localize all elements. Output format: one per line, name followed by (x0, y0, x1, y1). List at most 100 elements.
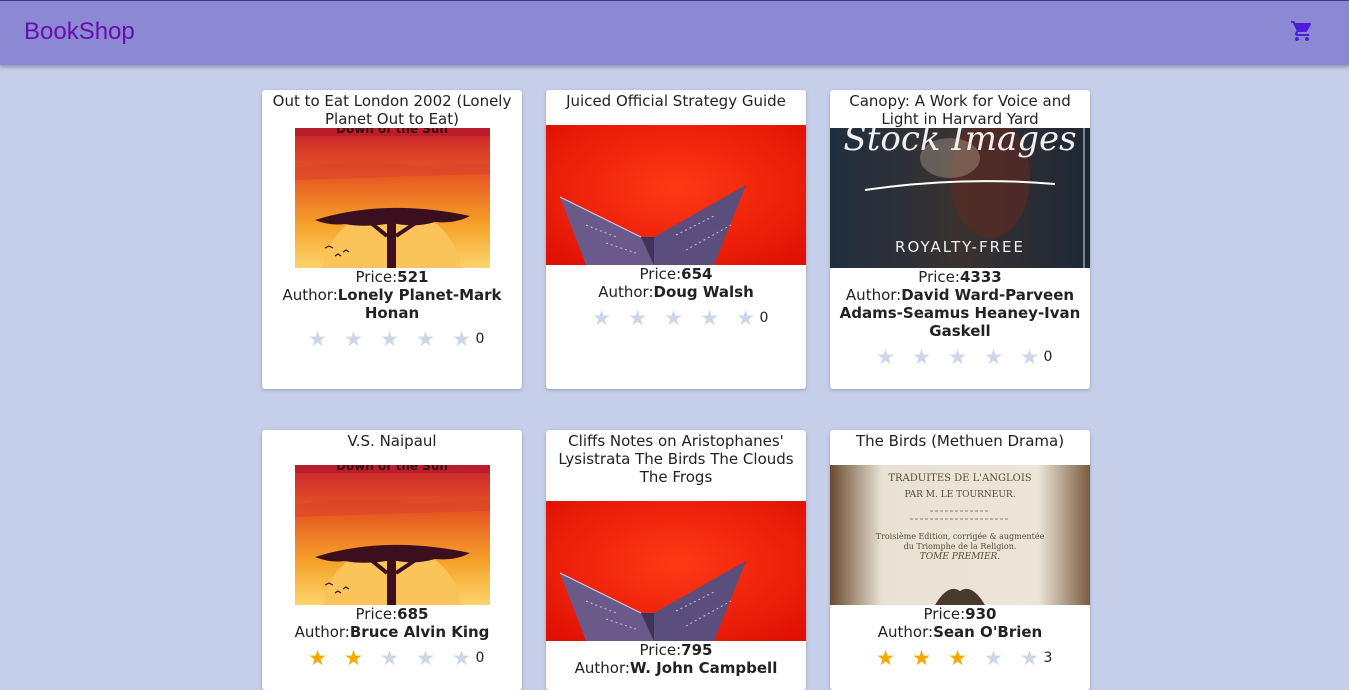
cover-text: Down of the Sun (336, 128, 448, 136)
star-icon[interactable]: ★ (692, 307, 728, 329)
star-icon[interactable]: ★ (1012, 647, 1048, 669)
book-author: Author:Sean O'Brien (830, 623, 1090, 641)
cover-text: du Triomphe de la Religion. (904, 542, 1017, 551)
star-rating[interactable]: ★ ★ ★ ★ ★ 0 (262, 328, 522, 350)
book-cover-image[interactable]: TRADUITES DE L'ANGLOIS PAR M. LE TOURNEU… (830, 465, 1090, 605)
price-value: 521 (397, 268, 429, 286)
star-rating[interactable]: ★ ★ ★ ★ ★ 3 (830, 647, 1090, 669)
star-icon[interactable]: ★ (372, 647, 408, 669)
rating-count: 0 (1043, 349, 1053, 365)
book-cover-image[interactable]: Stock Images ROYALTY-FREE (830, 128, 1090, 268)
book-card[interactable]: Cliffs Notes on Aristophanes' Lysistrata… (546, 430, 806, 690)
star-icon[interactable]: ★ (868, 346, 904, 368)
price-value: 4333 (959, 268, 1002, 286)
star-icon[interactable]: ★ (940, 647, 976, 669)
rating-count: 0 (475, 650, 485, 666)
book-cover-image[interactable]: Down of the Sun (294, 465, 490, 605)
app-bar: BookShop (0, 0, 1349, 65)
price-value: 685 (397, 605, 429, 623)
star-icon[interactable]: ★ (444, 328, 480, 350)
book-author: Author:Doug Walsh (546, 283, 806, 301)
book-price: Price:654 (546, 265, 806, 283)
book-title[interactable]: V.S. Naipaul (262, 431, 522, 465)
star-icon[interactable]: ★ (620, 307, 656, 329)
star-icon[interactable]: ★ (336, 328, 372, 350)
book-author: Author:David Ward-Parveen Adams-Seamus H… (830, 286, 1090, 340)
author-value: Lonely Planet-Mark Honan (337, 286, 502, 322)
cover-text: TRADUITES DE L'ANGLOIS (888, 473, 1031, 484)
star-icon[interactable]: ★ (300, 328, 336, 350)
book-cover-image[interactable]: Down of the Sun (294, 128, 490, 268)
book-card[interactable]: The Birds (Methuen Drama) TRADUITES DE L… (830, 430, 1090, 690)
price-label: Price: (639, 641, 682, 659)
book-card[interactable]: Canopy: A Work for Voice and Light in Ha… (830, 90, 1090, 389)
book-title[interactable]: Juiced Official Strategy Guide (546, 91, 806, 125)
book-price: Price:4333 (830, 268, 1090, 286)
author-label: Author: (282, 286, 338, 304)
author-label: Author: (598, 283, 654, 301)
star-icon[interactable]: ★ (372, 328, 408, 350)
star-icon[interactable]: ★ (408, 328, 444, 350)
price-label: Price: (923, 605, 966, 623)
author-value: Bruce Alvin King (349, 623, 490, 641)
rating-count: 3 (1043, 650, 1053, 666)
rating-count: 0 (475, 331, 485, 347)
price-label: Price: (639, 265, 682, 283)
book-title[interactable]: The Birds (Methuen Drama) (830, 431, 1090, 465)
star-icon[interactable]: ★ (584, 307, 620, 329)
star-icon[interactable]: ★ (300, 647, 336, 669)
star-icon[interactable]: ★ (444, 647, 480, 669)
star-icon[interactable]: ★ (656, 307, 692, 329)
cover-text: PAR M. LE TOURNEUR. (904, 490, 1015, 500)
cover-text: ROYALTY-FREE (895, 238, 1025, 256)
book-title[interactable]: Cliffs Notes on Aristophanes' Lysistrata… (546, 431, 806, 501)
cover-text: TOME PREMIER. (920, 552, 1001, 562)
price-label: Price: (355, 605, 398, 623)
book-author: Author:Lonely Planet-Mark Honan (262, 286, 522, 322)
author-value: Doug Walsh (653, 283, 754, 301)
book-card[interactable]: V.S. Naipaul Down of the Sun Price:685 A… (262, 430, 522, 690)
author-label: Author: (294, 623, 350, 641)
price-value: 795 (681, 641, 713, 659)
book-card[interactable]: Out to Eat London 2002 (Lonely Planet Ou… (262, 90, 522, 389)
book-cover-image[interactable] (546, 125, 806, 265)
book-price: Price:795 (546, 641, 806, 659)
star-icon[interactable]: ★ (976, 346, 1012, 368)
book-cover-image[interactable] (546, 501, 806, 641)
book-card[interactable]: Juiced Official Strategy Guide Price:654… (546, 90, 806, 389)
price-label: Price: (355, 268, 398, 286)
star-icon[interactable]: ★ (336, 647, 372, 669)
cover-text: Stock Images (843, 128, 1076, 159)
star-icon[interactable]: ★ (904, 647, 940, 669)
book-title[interactable]: Canopy: A Work for Voice and Light in Ha… (830, 91, 1090, 128)
author-value: W. John Campbell (629, 659, 778, 677)
price-label: Price: (918, 268, 960, 286)
book-price: Price:521 (262, 268, 522, 286)
star-rating[interactable]: ★ ★ ★ ★ ★ 0 (262, 647, 522, 669)
star-icon[interactable]: ★ (940, 346, 976, 368)
book-price: Price:930 (830, 605, 1090, 623)
author-value: Sean O'Brien (933, 623, 1043, 641)
price-value: 930 (965, 605, 997, 623)
star-icon[interactable]: ★ (408, 647, 444, 669)
brand-title[interactable]: BookShop (24, 18, 135, 46)
author-label: Author: (574, 659, 630, 677)
star-icon[interactable]: ★ (1012, 346, 1048, 368)
shopping-cart-icon[interactable] (1290, 19, 1314, 43)
author-label: Author: (877, 623, 934, 641)
star-icon[interactable]: ★ (728, 307, 764, 329)
star-icon[interactable]: ★ (868, 647, 904, 669)
star-icon[interactable]: ★ (976, 647, 1012, 669)
star-rating[interactable]: ★ ★ ★ ★ ★ 0 (830, 346, 1090, 368)
price-value: 654 (681, 265, 713, 283)
star-icon[interactable]: ★ (904, 346, 940, 368)
book-author: Author:Bruce Alvin King (262, 623, 522, 641)
cover-text: Down of the Sun (336, 465, 448, 473)
cover-text: Troisième Edition, corrigée & augmentée (876, 532, 1045, 541)
book-price: Price:685 (262, 605, 522, 623)
author-label: Author: (845, 286, 902, 304)
book-author: Author:W. John Campbell (546, 659, 806, 677)
star-rating[interactable]: ★ ★ ★ ★ ★ 0 (546, 307, 806, 329)
book-title[interactable]: Out to Eat London 2002 (Lonely Planet Ou… (262, 91, 522, 128)
rating-count: 0 (759, 310, 769, 326)
